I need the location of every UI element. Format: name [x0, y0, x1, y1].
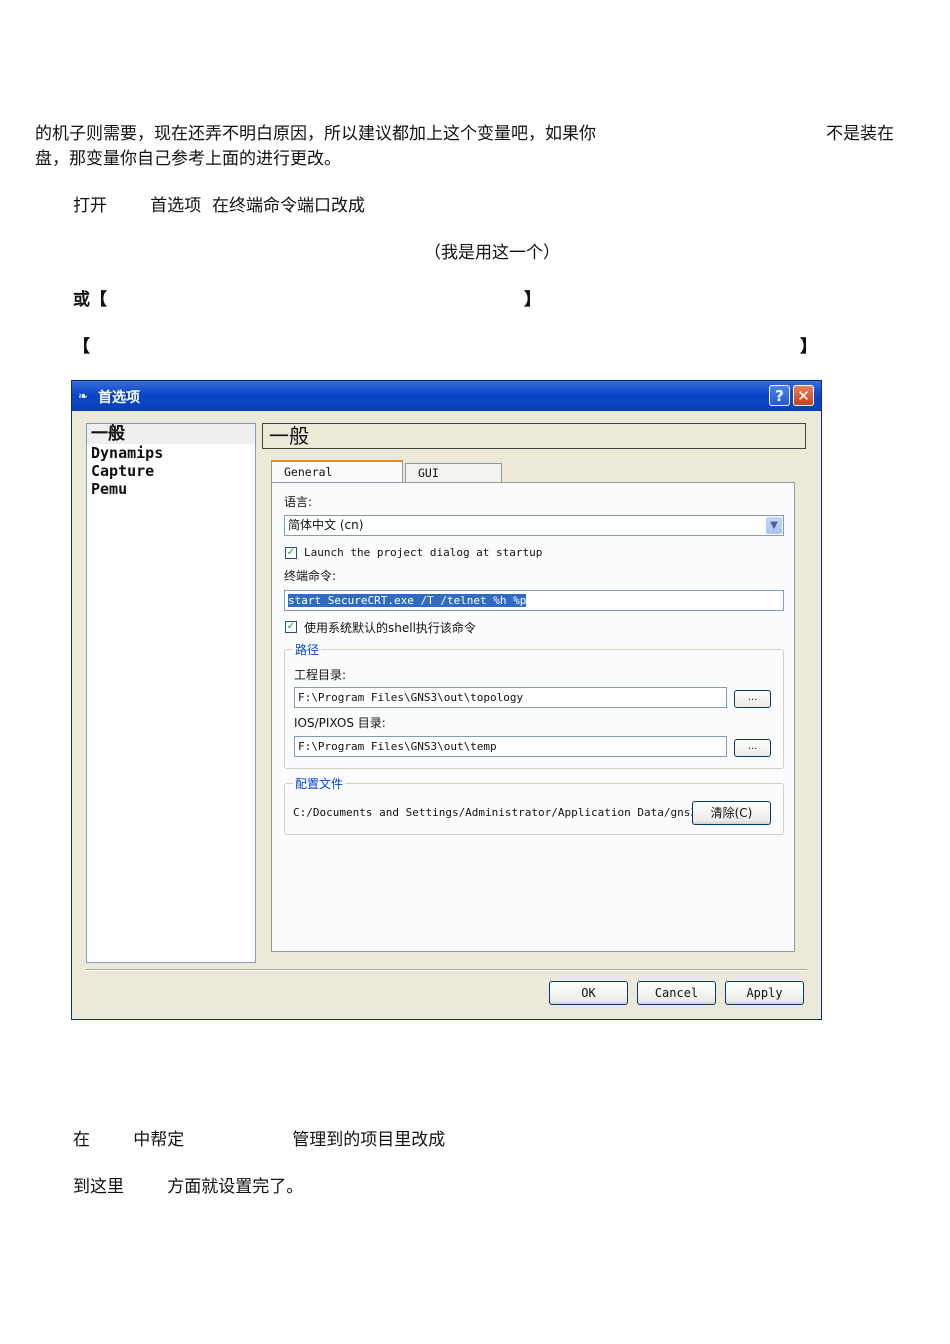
- bracket-close: 】: [524, 290, 541, 310]
- paths-group: 路径 工程目录: F:\Program Files\GNS3\out\topol…: [284, 641, 784, 769]
- bracket-close: 】: [800, 337, 817, 357]
- language-select[interactable]: 简体中文 (cn) ▼: [284, 515, 784, 536]
- dialog-title: 首选项: [98, 390, 140, 406]
- paragraph-line: （我是用这一个）: [424, 243, 560, 263]
- paragraph-line: 盘，那变量你自己参考上面的进行更改。: [35, 149, 341, 169]
- category-item-pemu[interactable]: Pemu: [87, 480, 255, 498]
- bracket-open: 【: [73, 337, 90, 357]
- paragraph-line: 到这里 方面就设置完了。: [73, 1177, 304, 1197]
- terminal-command-field[interactable]: start SecureCRT.exe /T /telnet %h %p: [284, 590, 784, 611]
- bracket-open: 或【: [73, 290, 107, 310]
- apply-button[interactable]: Apply: [725, 981, 804, 1005]
- paragraph-line-right: 不是装在: [826, 124, 894, 144]
- divider: [86, 969, 807, 971]
- ios-dir-label: IOS/PIXOS 目录:: [294, 716, 386, 730]
- category-item-capture[interactable]: Capture: [87, 462, 255, 480]
- close-button[interactable]: ✕: [793, 385, 814, 406]
- category-item-dynamips[interactable]: Dynamips: [87, 444, 255, 462]
- launch-dialog-label: Launch the project dialog at startup: [304, 546, 543, 559]
- system-shell-label: 使用系统默认的shell执行该命令: [304, 621, 476, 635]
- category-item-general[interactable]: 一般: [87, 424, 255, 444]
- paths-group-title: 路径: [293, 641, 322, 658]
- terminal-label: 终端命令:: [284, 569, 337, 583]
- cancel-button[interactable]: Cancel: [637, 981, 716, 1005]
- pane-title: 一般: [262, 423, 806, 449]
- paragraph-line: 在 中帮定 管理到的项目里改成: [73, 1130, 446, 1150]
- system-shell-checkbox[interactable]: ✓: [285, 621, 297, 633]
- project-dir-label: 工程目录:: [294, 668, 347, 682]
- paragraph-line: 打开 首选项 在终端命令端口改成: [73, 196, 366, 216]
- launch-dialog-checkbox[interactable]: ✓: [285, 547, 297, 559]
- config-group-title: 配置文件: [293, 775, 346, 792]
- tab-gui-settings[interactable]: GUI Settings: [405, 463, 502, 498]
- ok-button[interactable]: OK: [549, 981, 628, 1005]
- help-button[interactable]: ?: [769, 385, 790, 406]
- ios-dir-field[interactable]: F:\Program Files\GNS3\out\temp: [294, 736, 727, 757]
- language-value: 简体中文 (cn): [288, 518, 364, 532]
- project-dir-browse-button[interactable]: ...: [734, 690, 771, 708]
- language-label: 语言:: [284, 495, 313, 509]
- config-file-group: 配置文件 C:/Documents and Settings/Administr…: [284, 775, 784, 835]
- chevron-down-icon[interactable]: ▼: [766, 517, 782, 534]
- preferences-dialog: ❧ 首选项 ? ✕ 一般 Dynamips Capture Pemu 一般 Ge…: [71, 380, 822, 1020]
- tab-general-settings[interactable]: General Settings: [271, 460, 403, 499]
- clear-button[interactable]: 清除(C): [692, 801, 771, 825]
- terminal-command-value: start SecureCRT.exe /T /telnet %h %p: [288, 594, 527, 607]
- dialog-titlebar[interactable]: ❧ 首选项 ? ✕: [72, 381, 821, 411]
- ios-dir-browse-button[interactable]: ...: [734, 739, 771, 757]
- config-path: C:/Documents and Settings/Administrator/…: [293, 806, 697, 819]
- project-dir-field[interactable]: F:\Program Files\GNS3\out\topology: [294, 687, 727, 708]
- category-list: 一般 Dynamips Capture Pemu: [86, 423, 256, 963]
- paragraph-line: 的机子则需要，现在还弄不明白原因，所以建议都加上这个变量吧，如果你: [35, 124, 596, 144]
- settings-panel: 语言: 简体中文 (cn) ▼ ✓ Launch the project dia…: [271, 482, 795, 952]
- app-icon: ❧: [78, 389, 89, 403]
